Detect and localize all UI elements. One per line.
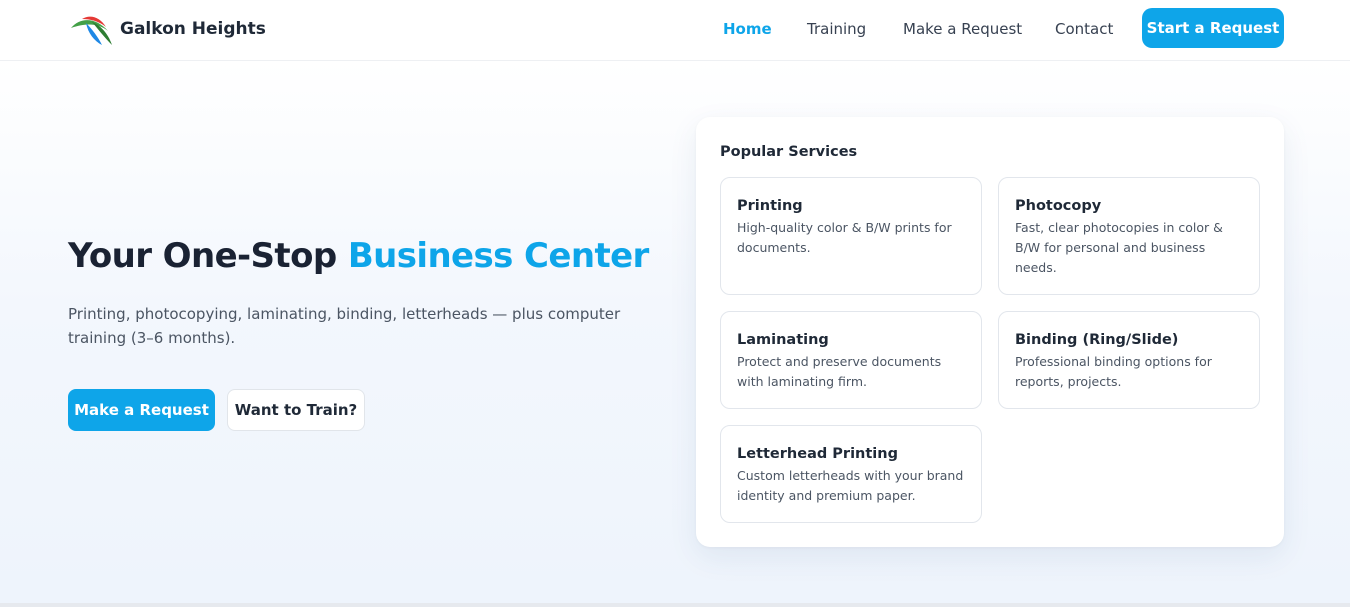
make-request-button[interactable]: Make a Request — [68, 389, 215, 431]
hero-title: Your One-Stop Business Center — [68, 234, 649, 278]
service-card-letterhead-printing[interactable]: Letterhead Printing Custom letterheads w… — [720, 425, 982, 523]
nav-link-training[interactable]: Training — [807, 19, 866, 39]
service-description: High-quality color & B/W prints for docu… — [737, 220, 952, 255]
service-card-printing[interactable]: Printing High-quality color & B/W prints… — [720, 177, 982, 295]
swoosh-logo-icon — [71, 16, 112, 45]
service-card-binding[interactable]: Binding (Ring/Slide) Professional bindin… — [998, 311, 1260, 409]
service-card-photocopy[interactable]: Photocopy Fast, clear photocopies in col… — [998, 177, 1260, 295]
section-divider — [0, 603, 1350, 607]
service-title: Photocopy — [1015, 198, 1102, 214]
start-request-button[interactable]: Start a Request — [1142, 8, 1284, 48]
hero-subtitle: Printing, photocopying, laminating, bind… — [68, 305, 621, 347]
hero-title-prefix: Your One-Stop — [68, 236, 337, 276]
nav-link-home[interactable]: Home — [723, 19, 772, 39]
service-title: Binding (Ring/Slide) — [1015, 332, 1179, 348]
services-heading: Popular Services — [720, 144, 858, 160]
want-to-train-button[interactable]: Want to Train? — [227, 389, 365, 431]
service-title: Letterhead Printing — [737, 446, 898, 462]
service-card-laminating[interactable]: Laminating Protect and preserve document… — [720, 311, 982, 409]
brand-name: Galkon Heights — [120, 19, 266, 39]
service-description: Fast, clear photocopies in color & B/W f… — [1015, 220, 1223, 275]
service-description: Protect and preserve documents with lami… — [737, 354, 942, 389]
hero-title-accent: Business Center — [347, 236, 649, 276]
popular-services-card: Popular Services Printing High-quality c… — [696, 117, 1284, 547]
service-title: Printing — [737, 198, 803, 214]
nav-link-contact[interactable]: Contact — [1055, 19, 1113, 39]
service-description: Custom letterheads with your brand ident… — [737, 468, 964, 503]
service-title: Laminating — [737, 332, 829, 348]
brand[interactable]: Galkon Heights — [68, 10, 266, 48]
service-description: Professional binding options for reports… — [1015, 354, 1212, 389]
nav-link-make-a-request[interactable]: Make a Request — [903, 19, 1022, 39]
top-navbar: Galkon Heights Home Training Make a Requ… — [0, 0, 1350, 61]
